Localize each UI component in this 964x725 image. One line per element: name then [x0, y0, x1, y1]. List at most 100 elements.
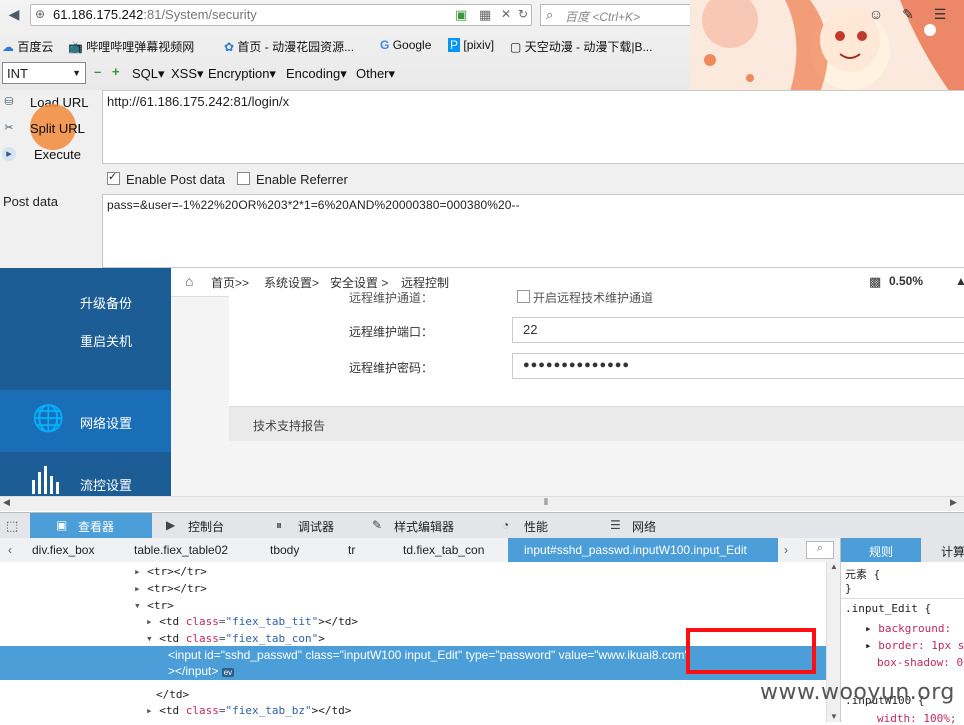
tab-console[interactable]: ▶ 控制台 — [166, 513, 256, 539]
tab-computed[interactable]: 计算 — [941, 543, 964, 560]
menu-label: Encoding — [286, 66, 341, 81]
search-bar[interactable]: ⌕ 百度 <Ctrl+K> — [540, 4, 714, 26]
crumb-item[interactable]: tr — [348, 543, 355, 557]
bookmark-google[interactable]: G Google — [380, 38, 431, 52]
crumb-item[interactable]: div.fiex_box — [32, 543, 94, 557]
crumb-back-icon[interactable]: ‹ — [8, 543, 12, 557]
tab-performance[interactable]: ◔ 性能 — [502, 513, 562, 539]
edit-icon[interactable]: ✎ — [900, 6, 916, 22]
post-data-textarea[interactable]: pass=&user=-1%22%20OR%203*2*1=6%20AND%20… — [102, 194, 964, 268]
bookmark-tiankong[interactable]: ▢ 天空动漫 - 动漫下载|B... — [510, 38, 652, 55]
button-label: Execute — [34, 147, 81, 162]
nav-item-restart[interactable]: 重启关机 — [0, 328, 171, 352]
theme-banner-image — [690, 0, 964, 92]
url-host: 61.186.175.242 — [53, 7, 144, 22]
search-icon[interactable]: ⌕ — [806, 541, 834, 559]
rule-property[interactable]: box-shadow: 0 — [877, 656, 963, 669]
crumb-item-selected[interactable]: input#sshd_passwd.inputW100.input_Edit — [508, 538, 778, 562]
nav-item-network[interactable]: 🌐 网络设置 — [0, 390, 171, 452]
menu-xss[interactable]: XSS▾ — [171, 66, 204, 82]
breadcrumb-home[interactable]: 首页>> — [211, 274, 249, 291]
search-icon: ⌕ — [546, 7, 554, 22]
remote-channel-checkbox[interactable] — [517, 290, 530, 303]
rule-property[interactable]: width: 100%; — [877, 712, 956, 725]
markup-line[interactable]: ▸ <td class="fiex_tab_bz"></td> — [146, 704, 351, 717]
tab-label: 性能 — [524, 520, 549, 534]
password-input[interactable]: ●●●●●●●●●●●●●● — [512, 353, 964, 379]
markup-line[interactable]: </td> — [156, 688, 189, 701]
markup-line[interactable]: ▾ <td class="fiex_tab_con"> — [146, 632, 325, 645]
markup-line[interactable]: ▸ <tr></tr> — [134, 565, 207, 578]
enable-post-checkbox[interactable]: Enable Post data — [107, 170, 226, 187]
breadcrumb-system[interactable]: 系统设置> — [264, 274, 319, 291]
rule-selector[interactable]: .input_Edit { — [845, 602, 931, 615]
tab-rules[interactable]: 规则 — [841, 538, 921, 562]
rule-property[interactable]: ▸ background: — [865, 622, 951, 635]
crumb-item[interactable]: table.fiex_table02 — [134, 543, 228, 557]
scroll-grip-icon[interactable]: ⦀ — [544, 497, 548, 508]
bookmark-pixiv[interactable]: P [pixiv] — [448, 38, 494, 52]
shield-icon[interactable]: ▣ — [455, 7, 467, 23]
crumb-item[interactable]: tbody — [270, 543, 299, 557]
markup-line[interactable]: ▸ <tr></tr> — [134, 582, 207, 595]
pick-element-icon[interactable]: ⬚ — [6, 518, 18, 534]
scroll-left-icon[interactable]: ◀ — [3, 497, 10, 508]
watermark: www.wooyun.org — [760, 680, 955, 705]
rule-element: 元素 { — [845, 568, 881, 581]
tab-style-editor[interactable]: ✎ 样式编辑器 — [372, 513, 472, 539]
section-title: 技术支持报告 — [253, 419, 326, 433]
markup-line: ></input> ev — [168, 664, 235, 678]
tab-debugger[interactable]: ⏸ 调试器 — [276, 513, 356, 539]
bookmark-dmhy[interactable]: ✿ 首页 - 动漫花园资源... — [224, 38, 354, 55]
remote-channel-option: 开启远程技术维护通道 — [533, 291, 654, 305]
debugger-icon: ⏸ — [276, 518, 283, 532]
scroll-right-icon[interactable]: ▶ — [950, 497, 957, 508]
menu-other[interactable]: Other▾ — [356, 66, 395, 82]
back-icon[interactable]: ◀ — [6, 6, 22, 22]
url-textarea[interactable]: http://61.186.175.242:81/login/x — [102, 90, 964, 164]
execute-button[interactable]: ▸ Execute — [0, 144, 96, 166]
url-text: http://61.186.175.242:81/login/x — [107, 94, 290, 109]
horizontal-scrollbar[interactable]: ◀ ⦀ ▶ — [0, 496, 964, 511]
markup-line[interactable]: ▾ <tr> — [134, 599, 174, 612]
markup-line[interactable]: ▸ <td class="fiex_tab_tit"></td> — [146, 615, 358, 628]
event-badge[interactable]: ev — [221, 668, 235, 677]
decrease-icon[interactable]: – — [94, 64, 101, 79]
type-select[interactable]: INT ▼ — [2, 62, 86, 84]
qr-icon[interactable]: ▦ — [479, 7, 491, 23]
bookmark-label: 百度云 — [17, 40, 54, 54]
home-icon[interactable]: ⌂ — [185, 273, 193, 289]
tab-inspector[interactable]: ▣ 查看器 — [30, 513, 152, 539]
property-text: background: — [878, 622, 952, 635]
url-path: :81/System/security — [143, 7, 257, 22]
tab-network[interactable]: ☰ 网络 — [610, 513, 670, 539]
password-label: 远程维护密码： — [349, 361, 434, 375]
menu-encoding[interactable]: Encoding▾ — [286, 66, 347, 82]
checkbox-label: Enable Post data — [126, 172, 226, 187]
crumb-forward-icon[interactable]: › — [784, 543, 788, 557]
increase-icon[interactable]: + — [112, 64, 120, 79]
nav-item-flow-control[interactable]: 流控设置 — [0, 462, 171, 496]
property-text: box-shadow: 0 — [877, 656, 964, 669]
crumb-item[interactable]: td.fiex_tab_con — [403, 543, 484, 557]
bookmarks-bar: ☁ 百度云 📺 哔哩哔哩弹幕视频网 ✿ 首页 - 动漫花园资源... G Goo… — [0, 34, 700, 56]
emoji-icon[interactable]: ☺ — [868, 6, 884, 22]
bookmark-label: Google — [392, 38, 432, 52]
rule-property[interactable]: ▸ border: 1px s — [865, 639, 964, 652]
bookmark-bilibili[interactable]: 📺 哔哩哔哩弹幕视频网 — [68, 38, 194, 55]
enable-referrer-checkbox[interactable]: Enable Referrer — [237, 172, 348, 187]
nav-item-upgrade-backup[interactable]: 升级备份 — [0, 290, 171, 314]
scroll-up-icon[interactable]: ▲ — [830, 562, 838, 571]
menu-icon[interactable]: ☰ — [932, 6, 948, 22]
bookmark-label: 天空动漫 - 动漫下载|B... — [524, 40, 653, 54]
scroll-down-icon[interactable]: ▼ — [830, 712, 838, 721]
button-label: Split URL — [30, 121, 85, 136]
bookmark-baiduyun[interactable]: ☁ 百度云 — [2, 38, 53, 55]
close-icon[interactable]: ✕ — [501, 7, 511, 21]
menu-encryption[interactable]: Encryption▾ — [208, 66, 276, 82]
url-bar[interactable]: ⊕ 61.186.175.242:81/System/security ▣ ▦ … — [30, 4, 532, 26]
port-input[interactable]: 22 — [512, 317, 964, 343]
reload-icon[interactable]: ↻ — [518, 7, 528, 21]
menu-sql[interactable]: SQL▾ — [132, 66, 165, 82]
pixiv-icon: P — [448, 38, 461, 52]
